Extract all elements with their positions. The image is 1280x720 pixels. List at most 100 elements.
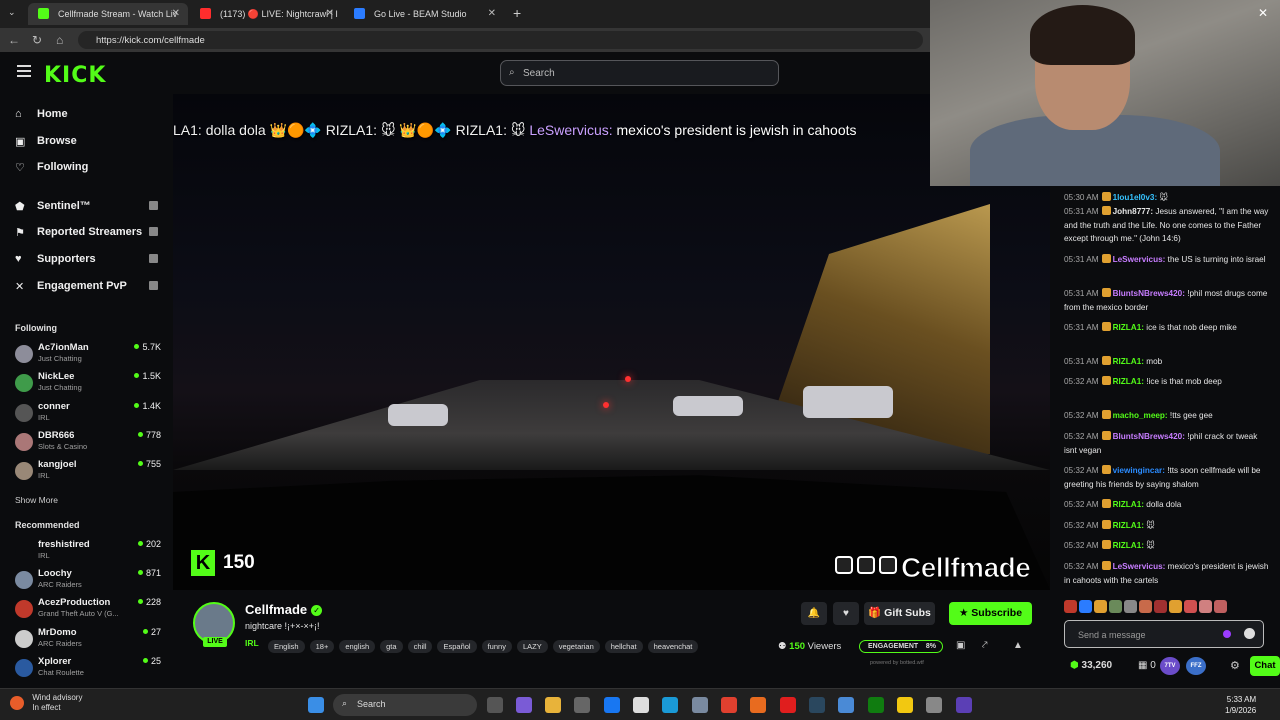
emote-icon[interactable]: [1184, 600, 1197, 613]
steam-icon[interactable]: [809, 697, 825, 713]
system-clock[interactable]: 5:33 AM 1/9/2026: [1225, 694, 1256, 716]
emote-icon[interactable]: [1094, 600, 1107, 613]
emote-icon[interactable]: [1139, 600, 1152, 613]
chat-username[interactable]: 1lou1el0v3:: [1113, 193, 1158, 202]
show-more-button[interactable]: Show More: [15, 495, 58, 505]
tab-youtube-live[interactable]: (1173) 🔴 LIVE: Nightcrawl | I ✕: [190, 3, 342, 25]
emote-icon[interactable]: [1154, 600, 1167, 613]
stream-tag[interactable]: gta: [380, 640, 403, 653]
close-icon[interactable]: ✕: [326, 8, 334, 19]
emoji-icon[interactable]: [1244, 628, 1255, 639]
kick-logo[interactable]: KICK: [44, 63, 106, 88]
window-close-icon[interactable]: ✕: [1258, 6, 1268, 20]
chat-username[interactable]: John8777:: [1113, 207, 1154, 216]
follow-heart-icon[interactable]: ♥: [833, 602, 859, 625]
xbox-icon[interactable]: [868, 697, 884, 713]
chat-username[interactable]: RIZLA1:: [1113, 500, 1144, 509]
app-icon[interactable]: [838, 697, 854, 713]
emote-icon[interactable]: [1214, 600, 1227, 613]
emote-icon[interactable]: [1064, 600, 1077, 613]
stream-tag[interactable]: vegetarian: [552, 640, 600, 653]
recommended-channel[interactable]: MrDomo ARC Raiders 27: [15, 627, 163, 654]
chat-username[interactable]: BluntsNBrews420:: [1113, 432, 1185, 441]
chat-username[interactable]: RIZLA1:: [1113, 357, 1144, 366]
new-tab-icon[interactable]: +: [513, 5, 521, 21]
recommended-channel[interactable]: AcezProduction Grand Theft Auto V (G... …: [15, 597, 163, 624]
stream-tag[interactable]: 18+: [309, 640, 335, 653]
reload-icon[interactable]: ↻: [32, 33, 42, 47]
recommended-channel[interactable]: Xplorer Chat Roulette 25: [15, 656, 163, 683]
stream-tag[interactable]: English: [268, 640, 305, 653]
sidebar-item-browse[interactable]: ▣ Browse: [15, 135, 77, 153]
channel-name[interactable]: Cellfmade ✓: [245, 602, 323, 617]
tab-kick-stream[interactable]: Cellfmade Stream - Watch Liv ✕: [28, 3, 188, 25]
sidebar-item-supporters[interactable]: ♥ Supporters: [15, 253, 158, 271]
copilot-icon[interactable]: [516, 697, 532, 713]
recommended-channel[interactable]: Loochy ARC Raiders 871: [15, 568, 163, 595]
followed-channel[interactable]: conner IRL 1.4K: [15, 401, 163, 428]
amazon-icon[interactable]: [633, 697, 649, 713]
chat-username[interactable]: macho_meep:: [1113, 411, 1168, 420]
clip-icon[interactable]: ▣: [956, 640, 965, 651]
share-icon[interactable]: ⤤: [982, 640, 988, 651]
chat-username[interactable]: RIZLA1:: [1113, 541, 1144, 550]
youtube-icon[interactable]: [780, 697, 796, 713]
facebook-icon[interactable]: [604, 697, 620, 713]
chat-username[interactable]: viewingincar:: [1113, 466, 1165, 475]
sidebar-item-reported-streamers[interactable]: ⚑ Reported Streamers: [15, 226, 158, 244]
stream-tag[interactable]: english: [339, 640, 376, 653]
chat-username[interactable]: LeSwervicus:: [1113, 562, 1166, 571]
close-icon[interactable]: ✕: [488, 8, 496, 19]
stream-tag[interactable]: Español: [437, 640, 477, 653]
notes-icon[interactable]: [897, 697, 913, 713]
gift-subs-button[interactable]: 🎁 Gift Subs: [864, 602, 935, 625]
stream-tag[interactable]: funny: [481, 640, 512, 653]
drop-icon[interactable]: [1223, 630, 1231, 638]
start-icon[interactable]: [308, 697, 324, 713]
obs-icon[interactable]: [956, 697, 972, 713]
stream-tag[interactable]: hellchat: [604, 640, 643, 653]
report-icon[interactable]: ▲: [1013, 640, 1023, 651]
emote-icon[interactable]: [1079, 600, 1092, 613]
tab-beam-studio[interactable]: Go Live - BEAM Studio ✕: [344, 3, 504, 25]
taskbar-search[interactable]: ⌕ Search: [333, 694, 477, 716]
sidebar-item-following[interactable]: ♡ Following: [15, 161, 88, 179]
send-chat-button[interactable]: Chat: [1250, 656, 1280, 676]
7tv-button[interactable]: 7TV: [1160, 657, 1180, 675]
recommended-channel[interactable]: freshistired IRL 202: [15, 539, 163, 566]
notification-bell-icon[interactable]: 🔔: [801, 602, 827, 625]
chat-username[interactable]: LeSwervicus:: [1113, 255, 1166, 264]
followed-channel[interactable]: Ac7ionMan Just Chatting 5.7K: [15, 342, 163, 369]
stream-tag[interactable]: LAZY: [516, 640, 548, 653]
ffz-button[interactable]: FFZ: [1186, 657, 1206, 675]
close-icon[interactable]: ✕: [172, 8, 180, 19]
file-explorer-icon[interactable]: [545, 697, 561, 713]
home-icon[interactable]: ⌂: [56, 33, 63, 47]
stream-tag[interactable]: chill: [407, 640, 433, 653]
emote-icon[interactable]: [1124, 600, 1137, 613]
chat-username[interactable]: RIZLA1:: [1113, 521, 1144, 530]
sidebar-item-home[interactable]: ⌂ Home: [15, 108, 68, 126]
channel-points[interactable]: ⬢ 33,260: [1070, 660, 1112, 671]
weather-widget[interactable]: Wind advisory In effect: [10, 693, 82, 713]
vlc-icon[interactable]: [750, 697, 766, 713]
followed-channel[interactable]: DBR666 Slots & Casino 778: [15, 430, 163, 457]
emote-icon[interactable]: [1109, 600, 1122, 613]
chat-username[interactable]: RIZLA1:: [1113, 323, 1144, 332]
url-input[interactable]: https://kick.com/cellfmade: [78, 31, 923, 49]
menu-icon[interactable]: [17, 65, 31, 80]
tab-search-icon[interactable]: ⌄: [8, 7, 16, 18]
chat-username[interactable]: RIZLA1:: [1113, 377, 1144, 386]
back-icon[interactable]: ←: [8, 33, 20, 47]
edge-icon[interactable]: [662, 697, 678, 713]
followed-channel[interactable]: NickLee Just Chatting 1.5K: [15, 371, 163, 398]
sidebar-item-engagement-pvp[interactable]: ✕ Engagement PvP: [15, 280, 158, 298]
subscribe-button[interactable]: ★ Subscribe: [949, 602, 1032, 625]
stream-tag[interactable]: heavenchat: [647, 640, 699, 653]
emote-icon[interactable]: [1169, 600, 1182, 613]
followed-channel[interactable]: kangjoel IRL 755: [15, 459, 163, 486]
chrome-icon[interactable]: [721, 697, 737, 713]
store-icon[interactable]: [574, 697, 590, 713]
gift-count[interactable]: ▦ 0: [1138, 660, 1156, 671]
stream-category[interactable]: IRL: [245, 638, 259, 648]
